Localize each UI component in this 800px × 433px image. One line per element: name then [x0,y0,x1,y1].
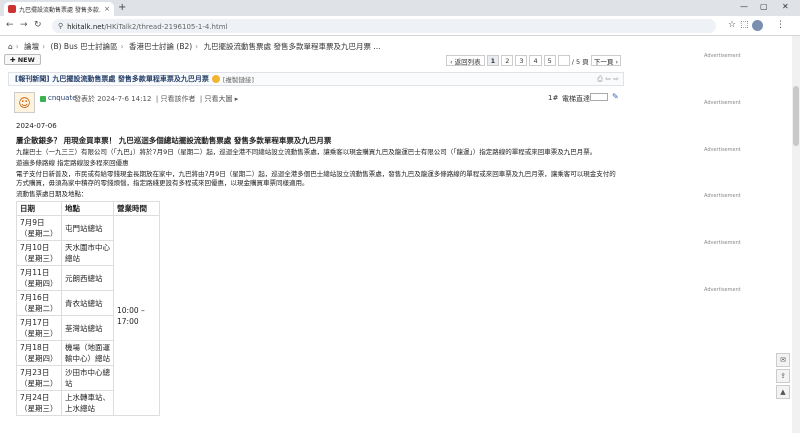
extensions-icon[interactable]: ⬚ [740,20,749,30]
tab-close-icon[interactable]: × [104,5,110,13]
next-page-button[interactable]: 下一頁 › [591,55,621,66]
only-author-link[interactable]: 只看該作者 [160,95,195,103]
address-bar[interactable]: ⚲ hkitalk.net/HKiTalk2/thread-2196105-1-… [52,19,716,33]
edit-pen-icon[interactable]: ✎ [612,92,619,101]
row-place: 上水轉車站、上水總站 [61,390,114,416]
total-pages: / 5 頁 [571,57,589,66]
thread-title: 九巴擺設流動售票處 發售多款單程車票及九巴月票 [52,75,209,83]
row-date: 7月18日（星期四） [16,340,62,366]
ad-label: Advertisement [704,193,741,199]
large-image-link[interactable]: 只看大圖 ▸ [205,95,239,103]
floor-jump-input[interactable] [590,93,608,101]
url-path: /HKiTalk2/thread-2196105-1-4.html [104,22,228,31]
row-place: 天水圍市中心總站 [61,240,114,266]
reload-button[interactable]: ↻ [34,20,42,30]
ad-label: Advertisement [704,240,741,246]
ad-label: Advertisement [704,287,741,293]
row-place: 荃灣站總站 [61,315,114,341]
column-header-place: 地點 [61,201,114,216]
row-date: 7月23日（星期二） [16,365,62,391]
ad-label: Advertisement [704,53,741,59]
profile-avatar[interactable] [752,20,763,31]
post-content: 2024-07-06 屢企散銀多？ 用現金買車票！ 九巴巡迴多個總站擺設流動售票… [16,122,620,416]
location-table: 日期 地點 營業時間 7月9日（星期二） 屯門站總站 10:00 – 17:00… [16,201,160,416]
site-info-icon[interactable]: ⚲ [58,22,63,30]
ad-label: Advertisement [704,100,741,106]
home-icon[interactable]: ⌂ [8,42,13,51]
browser-toolbar: ← → ↻ ⚲ hkitalk.net/HKiTalk2/thread-2196… [0,16,800,36]
close-window-button[interactable]: ✕ [782,2,789,11]
post-time: 發表於 2024-7-6 14:12 [74,95,152,103]
row-place: 青衣站總站 [61,290,114,316]
table-row: 7月9日（星期二） 屯門站總站 10:00 – 17:00 [16,215,160,416]
back-to-list-button[interactable]: ‹ 返回列表 [446,55,485,66]
new-post-button[interactable]: ✚ NEW [4,54,41,65]
table-header-row: 日期 地點 營業時間 [16,201,160,216]
browser-tab[interactable]: 九巴擺設流動售票處 發售多款… × [4,2,114,16]
share-icon[interactable]: ⇪ [776,369,790,383]
floor-jump-label: 電梯直達 [562,95,590,103]
pagination: ‹ 返回列表 1 2 3 4 5 / 5 頁 [446,55,589,66]
browser-tab-bar: 九巴擺設流動售票處 發售多款… × + — ▢ ✕ [0,0,800,16]
breadcrumb: ⌂ › 論壇 › (B) Bus 巴士討論區 › 香港巴士討論 (B2) › 九巴擺設流… [8,42,381,51]
page-2-link[interactable]: 2 [501,55,514,66]
page-3-link[interactable]: 3 [515,55,528,66]
breadcrumb-hk-bus[interactable]: 香港巴士討論 (B2) [129,42,192,51]
row-place: 屯門站總站 [61,215,114,241]
maximize-button[interactable]: ▢ [760,2,768,11]
row-date: 7月17日（星期三） [16,315,62,341]
emoji-icon [211,75,220,83]
plus-icon: ✚ [10,55,18,64]
row-hours: 10:00 – 17:00 [113,215,160,416]
post-header: ☺ cnquate 發表於 2024-7-6 14:12 | 只看該作者 | 只… [14,92,624,114]
post-paragraph: 遊遍多條路線 指定路線設多程來回優惠 [16,159,129,167]
reply-icon[interactable]: ✉ [776,353,790,367]
thread-tag[interactable]: [報刊新聞] [15,74,49,84]
new-tab-button[interactable]: + [118,2,126,13]
post-paragraph: 九龍巴士（一九三三）有限公司（「九巴」）將於7月9日（星期二）起，巡迴全港不同總… [16,148,597,156]
breadcrumb-thread: 九巴擺設流動售票處 發售多款單程車票及九巴月票 ... [203,42,381,51]
post-username[interactable]: cnquate [48,94,77,102]
minimize-button[interactable]: — [740,2,748,11]
row-date: 7月10日（星期三） [16,240,62,266]
post-floor: 1# [548,94,559,102]
scrollbar-thumb[interactable] [793,86,799,146]
post-paragraph: 電子支付日新普及，市民或有給零錢現金長期放在家中，九巴將由7月9日（星期二）起，… [16,170,616,187]
tab-title: 九巴擺設流動售票處 發售多款… [19,6,102,14]
page-5-link[interactable]: 5 [543,55,556,66]
back-button[interactable]: ← [6,20,14,30]
copy-link-button[interactable]: [複製鏈接] [223,74,254,84]
post-meta: 發表於 2024-7-6 14:12 | 只看該作者 | 只看大圖 ▸ [74,95,239,103]
page-4-link[interactable]: 4 [529,55,542,66]
breadcrumb-bus-board[interactable]: (B) Bus 巴士討論區 [51,42,118,51]
page-jump-input[interactable] [557,55,570,66]
back-to-top-icon[interactable]: ▲ [776,385,790,399]
user-avatar[interactable]: ☺ [14,92,35,113]
column-header-date: 日期 [16,201,62,216]
row-date: 7月9日（星期二） [16,215,62,241]
bookmark-star-icon[interactable]: ☆ [728,20,736,30]
post-paragraph: 流動售票處日期及地點： [16,190,88,198]
post-date: 2024-07-06 [16,122,57,130]
row-date: 7月16日（星期二） [16,290,62,316]
column-header-hours: 營業時間 [113,201,160,216]
row-place: 沙田市中心總站 [61,365,114,391]
row-date: 7月24日（星期三） [16,390,62,416]
page-1-link[interactable]: 1 [486,55,500,66]
row-date: 7月11日（星期四） [16,265,62,291]
forward-button[interactable]: → [20,20,28,30]
site-favicon-icon [8,5,16,13]
url-host: hkitalk.net [67,22,105,31]
ad-label: Advertisement [704,147,741,153]
thread-header: [報刊新聞] 九巴擺設流動售票處 發售多款單程車票及九巴月票 [複製鏈接] ⎙ … [8,72,624,86]
online-status-icon [40,96,46,102]
post-headline: 屢企散銀多？ 用現金買車票！ 九巴巡迴多個總站擺設流動售票處 發售多款單程車票及… [16,136,332,145]
row-place: 元朗西總站 [61,265,114,291]
browser-menu-icon[interactable]: ⋮ [776,20,785,30]
thread-tools-icon[interactable]: ⎙ ⇦ ⇨ [597,75,619,84]
breadcrumb-forum[interactable]: 論壇 [24,42,39,51]
row-place: 機場（地面運輸中心）總站 [61,340,114,366]
